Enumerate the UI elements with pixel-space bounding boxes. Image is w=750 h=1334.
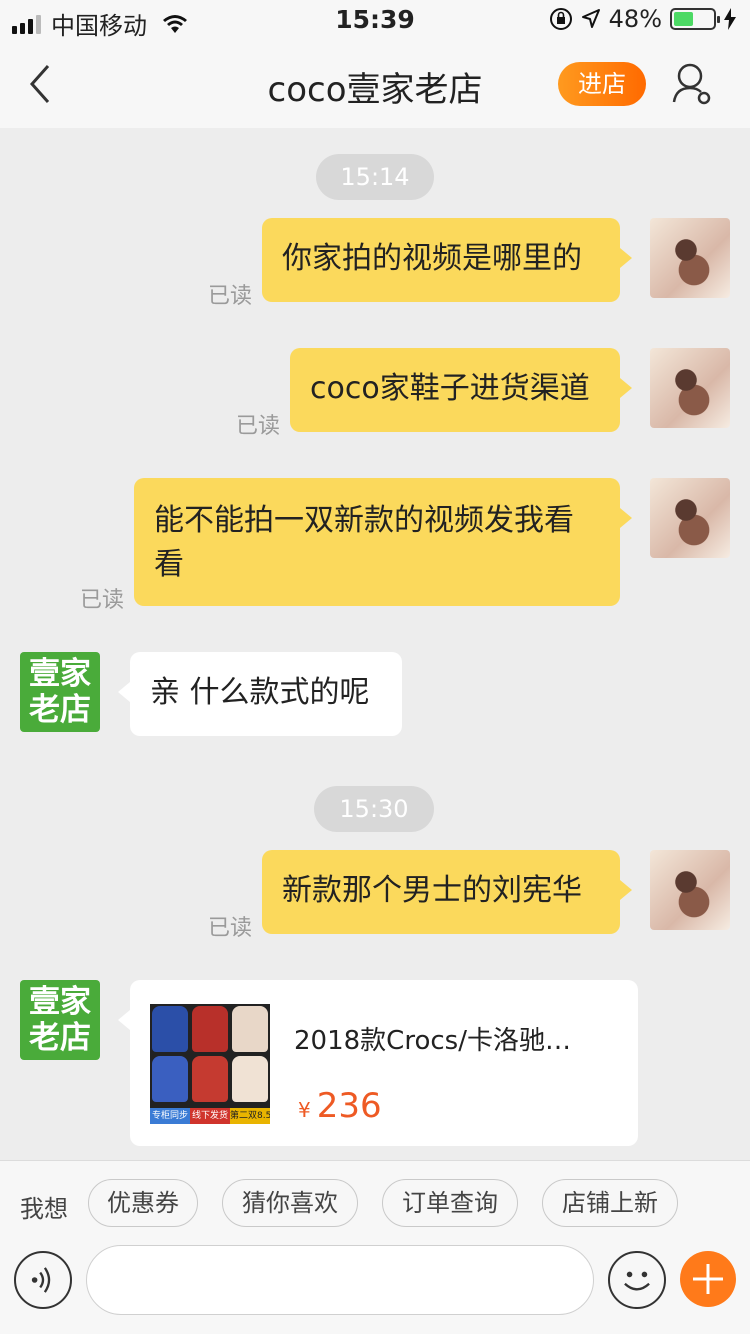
- read-receipt: 已读: [236, 414, 281, 439]
- price-currency: ¥: [298, 1098, 311, 1122]
- quick-chip-recommend[interactable]: 猜你喜欢: [222, 1179, 358, 1227]
- shop-avatar-line: 老店: [29, 692, 91, 728]
- product-title: 2018款Crocs/卡洛驰…: [294, 1026, 571, 1056]
- status-bar: 中国移动 15:39 48%: [0, 0, 750, 40]
- shop-avatar-line: 壹家: [29, 656, 91, 692]
- thumb-tag: 第二双8.5折: [230, 1108, 270, 1124]
- chat-bubble-outgoing: coco家鞋子进货渠道: [290, 348, 632, 432]
- enter-shop-button[interactable]: 进店: [558, 62, 646, 106]
- shop-avatar-line: 壹家: [29, 984, 91, 1020]
- user-settings-icon[interactable]: [670, 60, 714, 108]
- price-value: 236: [316, 1086, 382, 1126]
- user-avatar[interactable]: [650, 348, 730, 428]
- voice-icon[interactable]: [14, 1251, 72, 1309]
- bottom-bar: 我想 优惠券 猜你喜欢 订单查询 店铺上新: [0, 1160, 750, 1334]
- chat-bubble-outgoing: 能不能拍一双新款的视频发我看看: [134, 478, 632, 606]
- chat-bubble-outgoing: 你家拍的视频是哪里的: [262, 218, 632, 302]
- user-avatar[interactable]: [650, 478, 730, 558]
- nav-bar: coco壹家老店 进店: [0, 40, 750, 128]
- chat-bubble-outgoing: 新款那个男士的刘宪华: [262, 850, 632, 934]
- charging-icon: [724, 8, 736, 30]
- status-right: 48%: [549, 5, 736, 33]
- top-bar: 中国移动 15:39 48% coco壹家老店 进店: [0, 0, 750, 128]
- emoji-icon[interactable]: [608, 1251, 666, 1309]
- battery-icon: [670, 8, 720, 30]
- quick-chip-orders[interactable]: 订单查询: [382, 1179, 518, 1227]
- location-icon: [581, 9, 600, 28]
- product-card[interactable]: 专柜同步 线下发货 第二双8.5折 2018款Crocs/卡洛驰… ¥236: [118, 980, 638, 1146]
- user-avatar[interactable]: [650, 218, 730, 298]
- shop-avatar[interactable]: 壹家 老店: [20, 980, 100, 1060]
- chat-bubble-incoming: 亲 什么款式的呢: [118, 652, 402, 736]
- product-thumbnail: 专柜同步 线下发货 第二双8.5折: [150, 1004, 270, 1124]
- time-separator: 15:14: [316, 154, 434, 200]
- shop-avatar-line: 老店: [29, 1020, 91, 1056]
- battery-percent: 48%: [608, 5, 662, 33]
- thumb-tag: 专柜同步: [150, 1108, 190, 1124]
- thumb-tag: 线下发货: [190, 1108, 230, 1124]
- shop-avatar[interactable]: 壹家 老店: [20, 652, 100, 732]
- time-separator: 15:30: [314, 786, 434, 832]
- user-avatar[interactable]: [650, 850, 730, 930]
- plus-icon[interactable]: [680, 1251, 736, 1307]
- read-receipt: 已读: [80, 588, 125, 613]
- quick-chip-new-arrivals[interactable]: 店铺上新: [542, 1179, 678, 1227]
- read-receipt: 已读: [208, 916, 253, 941]
- orientation-lock-icon: [549, 8, 572, 30]
- quick-chip-coupon[interactable]: 优惠券: [88, 1179, 198, 1227]
- message-input[interactable]: [86, 1245, 594, 1315]
- wish-label: 我想: [20, 1195, 68, 1223]
- product-price: ¥236: [298, 1086, 382, 1126]
- read-receipt: 已读: [208, 284, 253, 309]
